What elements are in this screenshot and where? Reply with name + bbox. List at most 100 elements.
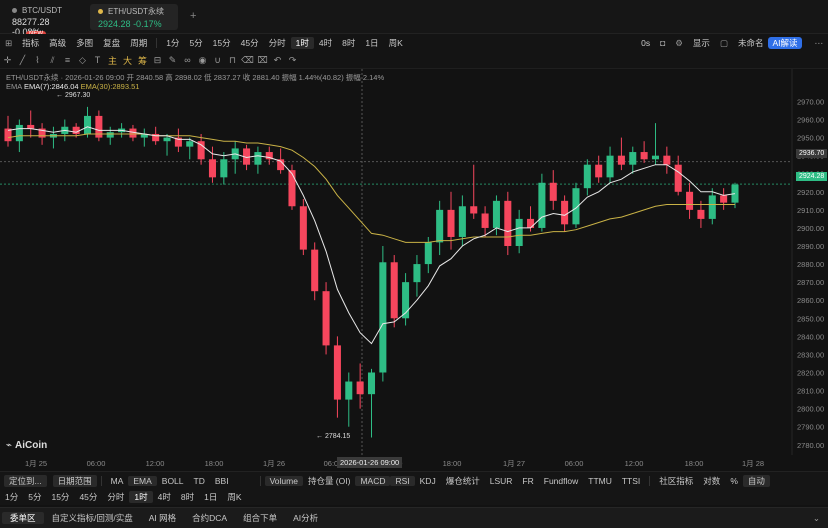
crosshair-price-tag: 2936.70 <box>796 149 828 158</box>
candle-body <box>27 124 35 129</box>
ema30-line <box>7 133 735 243</box>
candle-body <box>549 182 557 201</box>
y-tick-label: 2900.00 <box>797 224 824 233</box>
sub-ind-lsur[interactable]: LSUR <box>485 476 518 486</box>
main-ind-td[interactable]: TD <box>189 476 210 486</box>
period-1h[interactable]: 1时 <box>129 491 153 503</box>
ema7-value: EMA(7):2846.04 <box>23 82 79 91</box>
ema-info: EMA EMA(7):2846.04 EMA(30):2893.51 <box>6 82 139 91</box>
x-tick-label: 1月 26 <box>263 459 285 468</box>
sub-ind-liquidation[interactable]: 爆仓统计 <box>441 475 485 487</box>
candle-body <box>720 195 728 203</box>
tab-custom-indicator[interactable]: 自定义指标/回测/实盘 <box>44 512 141 524</box>
main-ind-boll[interactable]: BOLL <box>157 476 189 486</box>
sub-ind-fundflow[interactable]: Fundflow <box>539 476 584 486</box>
y-tick-label: 2800.00 <box>797 405 824 414</box>
candle-body <box>651 155 660 160</box>
price-chart[interactable]: 2970.002960.002950.002940.002930.002920.… <box>0 0 828 471</box>
community-indicator[interactable]: 社区指标 <box>654 475 698 487</box>
y-tick-label: 2830.00 <box>797 350 824 359</box>
sub-ind-ttsi[interactable]: TTSI <box>617 476 645 486</box>
tab-combo-order[interactable]: 组合下单 <box>235 512 285 524</box>
candle-body <box>163 137 171 142</box>
period-8h[interactable]: 8时 <box>176 491 199 503</box>
candle-body <box>697 209 705 219</box>
tab-order-area[interactable]: 委单区 <box>2 512 44 524</box>
y-tick-label: 2820.00 <box>797 368 824 377</box>
x-tick-label: 18:00 <box>685 459 704 468</box>
candle-body <box>436 209 444 243</box>
sub-ind-ttmu[interactable]: TTMU <box>583 476 617 486</box>
sub-ind-oi[interactable]: 持仓量 (OI) <box>303 475 356 487</box>
ema30-value: EMA(30):2893.51 <box>80 82 140 91</box>
main-ind-ema[interactable]: EMA <box>128 475 157 486</box>
crosshair-time-tag: 2026-01-26 09:00 <box>337 457 403 468</box>
candle-body <box>322 291 330 346</box>
sub-ind-fr[interactable]: FR <box>517 476 538 486</box>
sub-ind-volume[interactable]: Volume <box>264 475 303 486</box>
auto-scale[interactable]: 自动 <box>742 474 770 487</box>
last-price-tag: 2924.28 <box>796 172 828 181</box>
candle-body <box>208 159 216 178</box>
y-tick-label: 2910.00 <box>797 206 824 215</box>
candle-body <box>15 124 23 142</box>
tab-contract-dca[interactable]: 合约DCA <box>184 512 235 524</box>
candle-body <box>595 164 603 178</box>
date-range-button[interactable]: 日期范围 <box>52 474 97 487</box>
divider <box>649 475 651 486</box>
candle-body <box>413 264 421 283</box>
candle-body <box>583 164 591 189</box>
period-week[interactable]: 周K <box>222 491 246 503</box>
candle-body <box>663 155 671 165</box>
locate-button[interactable]: 定位到... <box>4 474 47 487</box>
sub-ind-rsi[interactable]: RSI <box>390 475 415 486</box>
low-annotation: ← 2784.15 <box>316 433 351 440</box>
candle-body <box>83 115 92 134</box>
candle-body <box>527 218 535 228</box>
candle-body <box>220 159 228 178</box>
sub-ind-kdj[interactable]: KDJ <box>415 476 441 486</box>
candle-body <box>72 126 80 134</box>
log-scale[interactable]: 对数 <box>698 475 725 487</box>
candle-body <box>504 200 512 247</box>
candle-body <box>686 191 694 210</box>
tab-ai-grid[interactable]: AI 网格 <box>141 512 184 524</box>
y-tick-label: 2840.00 <box>797 332 824 341</box>
tab-ai-analysis[interactable]: AI分析 <box>285 512 326 524</box>
candle-body <box>538 182 546 228</box>
y-tick-label: 2880.00 <box>797 260 824 269</box>
candle-body <box>458 206 466 237</box>
period-timeline[interactable]: 分时 <box>102 491 129 503</box>
main-ind-bbi[interactable]: BBI <box>210 476 234 486</box>
x-tick-label: 18:00 <box>205 459 224 468</box>
main-ind-ma[interactable]: MA <box>106 476 129 486</box>
candle-body <box>254 152 262 165</box>
divider <box>100 475 102 486</box>
period-4h[interactable]: 4时 <box>153 491 176 503</box>
period-15m[interactable]: 15分 <box>46 491 74 503</box>
period-1d[interactable]: 1日 <box>199 491 222 503</box>
candle-body <box>379 262 387 373</box>
sub-ind-macd[interactable]: MACD <box>355 475 391 486</box>
expand-icon[interactable]: ⌄ <box>805 513 828 524</box>
candle-body <box>311 249 319 292</box>
y-tick-label: 2810.00 <box>797 387 824 396</box>
ema7-line <box>7 126 736 345</box>
candle-body <box>333 345 341 400</box>
x-tick-label: 12:00 <box>625 459 644 468</box>
candle-body <box>640 152 648 160</box>
percent-scale[interactable]: % <box>725 476 743 486</box>
logo-icon: ⌁ <box>6 440 13 451</box>
x-tick-label: 06:00 <box>565 459 584 468</box>
period-5m[interactable]: 5分 <box>23 491 46 503</box>
period-45m[interactable]: 45分 <box>74 491 102 503</box>
candle-body <box>515 218 523 247</box>
candle-body <box>424 242 432 265</box>
candle-body <box>470 206 478 214</box>
x-tick-label: 06:00 <box>87 459 106 468</box>
candle-body <box>492 200 500 228</box>
y-tick-label: 2920.00 <box>797 188 824 197</box>
candle-body <box>356 381 364 395</box>
period-1m[interactable]: 1分 <box>0 491 23 503</box>
bottom-tab-bar: 委单区 自定义指标/回测/实盘 AI 网格 合约DCA 组合下单 AI分析 ⌄ <box>0 507 828 528</box>
